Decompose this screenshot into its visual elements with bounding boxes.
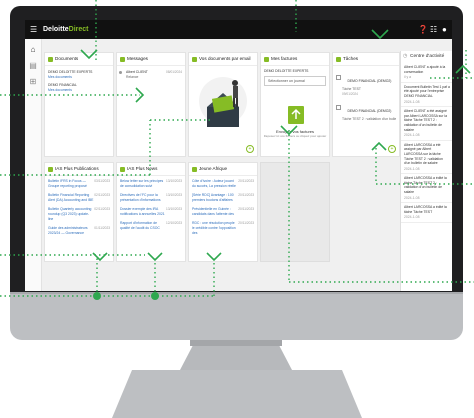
news-widget-ias-publications: IAS Plus Publications Bulletin IFRS in F… (44, 162, 114, 262)
user-icon[interactable]: ● (442, 20, 447, 39)
invoices-widget: Mes factures DEMO DELOITTE EXPERTS Sélec… (260, 52, 330, 157)
journal-select[interactable]: Sélectionner un journal (264, 76, 326, 86)
apps-grid-icon[interactable]: ☷ (430, 20, 437, 39)
side-nav: ⌂ ▤ ⊞ (25, 39, 42, 291)
news-item[interactable]: Présidentielle en Guinée : candidats dan… (192, 207, 254, 217)
documents-list: DEMO DELOITTE EXPERTS Mes documents DEMO… (45, 66, 113, 97)
add-task-button[interactable]: + (388, 145, 396, 153)
news-item[interactable]: Guide des administrateurs 2023/24 — Gove… (48, 226, 110, 236)
email-illustration-icon (199, 77, 247, 127)
news-item[interactable]: [Série RDC] Avantage : 100 premiers bout… (192, 193, 254, 203)
task-text: Tâche TEST 2 : validation d'un bulletin … (342, 117, 396, 121)
tasks-widget: Tâches DEMO FINANCIAL (DEMO2) Tâche TEST… (332, 52, 400, 157)
message-text: Relance (126, 75, 139, 79)
news-item[interactable]: Bulletin Financial Reporting Alert (DA) … (48, 193, 110, 203)
email-upload-widget: Vos documents par email + (188, 52, 258, 157)
messages-widget: Messages Albert CLIENT Relance 08/01/202… (116, 52, 186, 157)
empty-widget-slot[interactable] (260, 162, 330, 262)
task-item[interactable]: DEMO FINANCIAL (DEMO2) Tâche TEST 09/01/… (336, 69, 396, 96)
home-icon[interactable]: ⌂ (28, 45, 38, 55)
activity-item[interactable]: Albert LARCOSSA a édité la tâche Tâche T… (401, 203, 452, 224)
task-checkbox[interactable] (336, 75, 341, 81)
news-icon (192, 167, 197, 172)
invoice-dropzone-text: Déposez ici vos fichiers ou cliquez pour… (263, 134, 327, 138)
mail-icon (192, 57, 197, 62)
news-header: IAS Plus Publications (45, 163, 113, 176)
news-widget-jeune-afrique: Jeune Afrique Côte d'Ivoire : Auteur jou… (188, 162, 258, 262)
activity-item[interactable]: Albert CLIENT a ajouté à la conversation… (401, 63, 452, 83)
news-item[interactable]: Rapport d'information de qualité de l'au… (120, 221, 182, 231)
monitor-chin-edge (10, 292, 463, 294)
tasks-header: Tâches (333, 53, 399, 66)
news-item[interactable]: RDC : une résolution peuple le crédible … (192, 221, 254, 236)
message-icon (120, 57, 125, 62)
task-client: DEMO FINANCIAL (DEMO2) (347, 79, 392, 83)
activity-item[interactable]: Albert CLIENT a été assigné par Albert L… (401, 107, 452, 141)
task-checkbox[interactable] (336, 105, 341, 111)
messages-header: Messages (117, 53, 185, 66)
invoices-header: Mes factures (261, 53, 329, 66)
news-item[interactable]: Below letter sur les principes de consol… (120, 179, 182, 189)
document-nav-icon[interactable]: ▤ (28, 61, 38, 71)
activity-item[interactable]: Document Bulletin Test 1 paf a été ajout… (401, 83, 452, 108)
monitor-neck-shade (190, 340, 282, 346)
task-icon (336, 57, 341, 62)
top-bar: ☰ DeloitteDirect ❓ ☷ ● (25, 20, 452, 39)
activity-panel-icon: ◷ (403, 54, 408, 59)
help-icon[interactable]: ❓ (418, 20, 428, 39)
bag-nav-icon[interactable]: ⊞ (28, 77, 38, 87)
news-widget-ias-news: IAS Plus News Below letter sur les princ… (116, 162, 186, 262)
task-date: 09/01/2024 (342, 92, 358, 96)
list-item-sub: Mes documents (48, 88, 72, 92)
activity-panel: ◷ Centre d'activité Albert CLIENT a ajou… (400, 51, 452, 291)
task-item[interactable]: DEMO FINANCIAL (DEMO2) Tâche TEST 2 : va… (336, 99, 396, 122)
activity-item[interactable]: Albert LARCOSSA a édité la tâche Tâche T… (401, 174, 452, 204)
news-item[interactable]: Côte d'Ivoire : Auteur jouant du succès,… (192, 179, 254, 189)
monitor-chin (10, 292, 463, 340)
news-header: Jeune Afrique (189, 163, 257, 176)
add-button[interactable]: + (246, 145, 254, 153)
activity-item[interactable]: Albert LARCOSSA a été assigné par Albert… (401, 141, 452, 175)
message-item[interactable]: Albert CLIENT Relance 08/01/2024 (117, 66, 185, 84)
news-item[interactable]: Bulletin IFRS in Focus — Groupe reportin… (48, 179, 110, 189)
news-icon (48, 167, 53, 172)
upload-invoice-icon[interactable] (287, 105, 305, 125)
app-screen: ☰ DeloitteDirect ❓ ☷ ● ⌂ ▤ ⊞ Documents D… (25, 20, 452, 291)
avatar (119, 71, 122, 74)
news-item[interactable]: Directives de l'FC pour la présentation … (120, 193, 182, 203)
news-icon (120, 167, 125, 172)
brand-logo[interactable]: DeloitteDirect (43, 20, 89, 39)
monitor-base (112, 370, 362, 418)
activity-header: ◷ Centre d'activité (401, 51, 452, 63)
task-client: DEMO FINANCIAL (DEMO2) (347, 109, 392, 113)
news-item[interactable]: Bulletin Quarterly accounting roundup (Q… (48, 207, 110, 222)
invoice-entity[interactable]: DEMO DELOITTE EXPERTS (264, 69, 326, 74)
documents-header: Documents (45, 53, 113, 66)
folder-icon (48, 57, 53, 62)
menu-icon[interactable]: ☰ (30, 20, 37, 39)
news-item[interactable]: Dossier exemple des IRA notifications à … (120, 207, 182, 217)
message-date: 08/01/2024 (166, 70, 182, 74)
email-upload-header: Vos documents par email (189, 53, 257, 66)
invoice-icon (264, 57, 269, 62)
documents-widget: Documents DEMO DELOITTE EXPERTS Mes docu… (44, 52, 114, 157)
news-header: IAS Plus News (117, 163, 185, 176)
